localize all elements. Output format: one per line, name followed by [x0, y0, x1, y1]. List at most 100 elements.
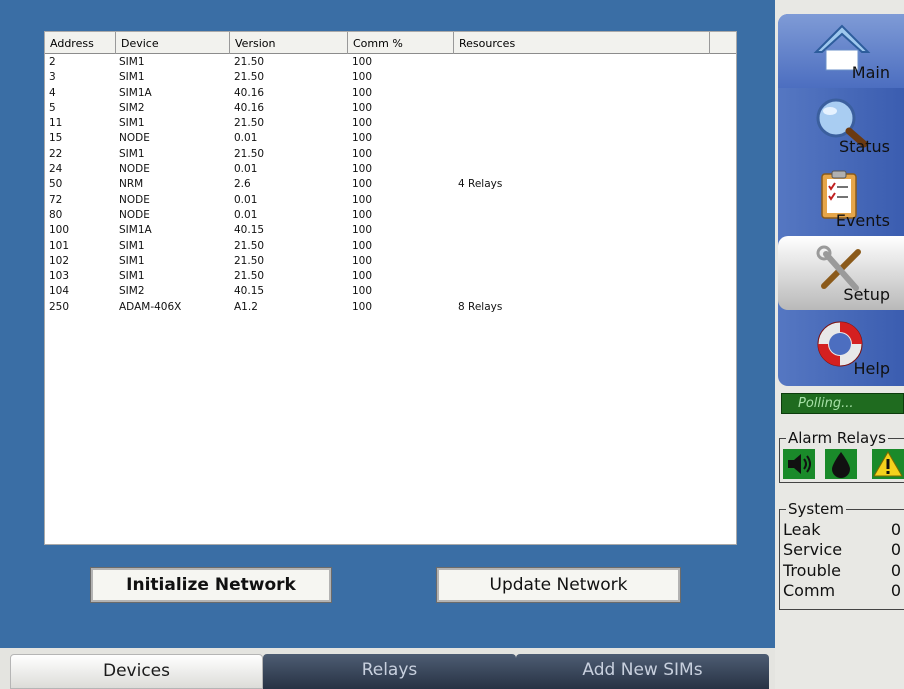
cell-address: 22	[49, 147, 63, 160]
system-trouble-label: Trouble	[783, 561, 842, 580]
system-service-label: Service	[783, 540, 843, 559]
leak-drop-icon[interactable]	[825, 449, 857, 479]
cell-comm: 100	[352, 178, 373, 191]
cell-comm: 100	[352, 208, 373, 221]
nav-main-button[interactable]: Main	[778, 14, 904, 88]
cell-address: 80	[49, 208, 63, 221]
cell-comm: 100	[352, 56, 373, 68]
table-row[interactable]: 4 SIM1A 40.16 100	[45, 86, 736, 101]
table-body: 2 SIM1 21.50 100 3 SIM1 21.50 100 4 SIM1A 40.16 100…	[45, 54, 736, 315]
cell-address: 50	[49, 178, 63, 191]
system-leak-value: 0	[890, 520, 901, 539]
cell-comm: 100	[352, 224, 373, 237]
table-row[interactable]: 102 SIM1 21.50 100	[45, 254, 736, 269]
table-row[interactable]: 100 SIM1A 40.15 100	[45, 223, 736, 238]
table-row[interactable]: 11 SIM1 21.50 100	[45, 116, 736, 131]
table-row[interactable]: 103 SIM1 21.50 100	[45, 269, 736, 284]
cell-device: SIM1	[119, 254, 145, 267]
cell-device: NODE	[119, 163, 150, 176]
table-row[interactable]: 24 NODE 0.01 100	[45, 162, 736, 177]
cell-resources	[454, 147, 710, 162]
cell-version: 2.6	[234, 178, 251, 191]
cell-address: 2	[49, 56, 56, 68]
cell-address: 24	[49, 163, 63, 176]
system-trouble-value: 0	[890, 561, 901, 580]
cell-device: SIM1	[119, 270, 145, 283]
cell-comm: 100	[352, 71, 373, 84]
alarm-relays-title: Alarm Relays	[786, 429, 888, 447]
cell-comm: 100	[352, 285, 373, 298]
nav-help-label: Help	[853, 359, 890, 378]
column-header-comm[interactable]: Comm %	[348, 32, 454, 54]
cell-device: SIM1A	[119, 86, 152, 99]
cell-version: 40.15	[234, 285, 265, 298]
cell-resources	[454, 269, 710, 284]
cell-resources	[454, 193, 710, 208]
update-network-button[interactable]: Update Network	[436, 567, 681, 603]
nav-status-label: Status	[839, 137, 890, 156]
cell-address: 5	[49, 101, 56, 114]
system-comm-label: Comm	[783, 581, 836, 600]
cell-device: NRM	[119, 178, 144, 191]
cell-address: 104	[49, 285, 70, 298]
warning-icon[interactable]	[872, 449, 904, 479]
system-leak-label: Leak	[783, 520, 821, 539]
device-table: Address Device Version Comm % Resources …	[44, 31, 737, 545]
alarm-relays-group: Alarm Relays	[779, 430, 904, 483]
table-row[interactable]: 72 NODE 0.01 100	[45, 193, 736, 208]
column-header-device[interactable]: Device	[116, 32, 230, 54]
system-title: System	[786, 500, 846, 518]
system-group: System Leak 0 Service 0 Trouble 0 Comm 0	[779, 501, 904, 610]
cell-resources	[454, 208, 710, 223]
cell-address: 3	[49, 71, 56, 84]
table-row[interactable]: 3 SIM1 21.50 100	[45, 70, 736, 85]
speaker-icon[interactable]	[783, 449, 815, 479]
cell-address: 11	[49, 117, 63, 130]
main-panel: Address Device Version Comm % Resources …	[0, 0, 775, 648]
cell-comm: 100	[352, 117, 373, 130]
tab-bar: Devices Relays Add New SIMs	[0, 648, 775, 689]
table-row[interactable]: 50 NRM 2.6 100 4 Relays	[45, 177, 736, 192]
nav-main-label: Main	[851, 63, 890, 82]
column-header-resources[interactable]: Resources	[454, 32, 710, 54]
cell-comm: 100	[352, 239, 373, 252]
initialize-network-button[interactable]: Initialize Network	[90, 567, 332, 603]
nav-help-button[interactable]: Help	[778, 310, 904, 384]
column-header-address[interactable]: Address	[45, 32, 116, 54]
cell-resources	[454, 116, 710, 131]
tab-add-new-sims[interactable]: Add New SIMs	[516, 654, 769, 689]
cell-version: 0.01	[234, 208, 258, 221]
nav-events-label: Events	[835, 211, 890, 230]
system-comm-value: 0	[890, 581, 901, 600]
cell-comm: 100	[352, 300, 373, 313]
nav-setup-button[interactable]: Setup	[778, 236, 904, 310]
cell-version: 40.16	[234, 86, 265, 99]
table-row[interactable]: 2 SIM1 21.50 100	[45, 55, 736, 70]
cell-version: A1.2	[234, 300, 258, 313]
tab-relays[interactable]: Relays	[263, 654, 516, 689]
cell-comm: 100	[352, 270, 373, 283]
table-row[interactable]: 15 NODE 0.01 100	[45, 131, 736, 146]
sidebar: Main Status Events Setup Help Polling...…	[775, 0, 904, 689]
table-row[interactable]: 101 SIM1 21.50 100	[45, 239, 736, 254]
column-header-version[interactable]: Version	[230, 32, 348, 54]
table-row[interactable]: 80 NODE 0.01 100	[45, 208, 736, 223]
cell-device: SIM1	[119, 147, 145, 160]
cell-version: 21.50	[234, 56, 265, 68]
cell-resources	[454, 162, 710, 177]
table-row[interactable]: 5 SIM2 40.16 100	[45, 101, 736, 116]
cell-device: ADAM-406X	[119, 300, 182, 313]
table-row[interactable]: 104 SIM2 40.15 100	[45, 284, 736, 299]
cell-device: SIM1	[119, 71, 145, 84]
table-row[interactable]: 250 ADAM-406X A1.2 100 8 Relays	[45, 300, 736, 315]
cell-resources	[454, 239, 710, 254]
cell-device: SIM2	[119, 285, 145, 298]
nav-status-button[interactable]: Status	[778, 88, 904, 162]
table-row[interactable]: 22 SIM1 21.50 100	[45, 147, 736, 162]
nav-events-button[interactable]: Events	[778, 162, 904, 236]
tab-devices[interactable]: Devices	[10, 654, 263, 689]
cell-device: NODE	[119, 132, 150, 145]
cell-version: 0.01	[234, 163, 258, 176]
system-row-service: Service 0	[783, 540, 901, 559]
system-row-leak: Leak 0	[783, 520, 901, 539]
